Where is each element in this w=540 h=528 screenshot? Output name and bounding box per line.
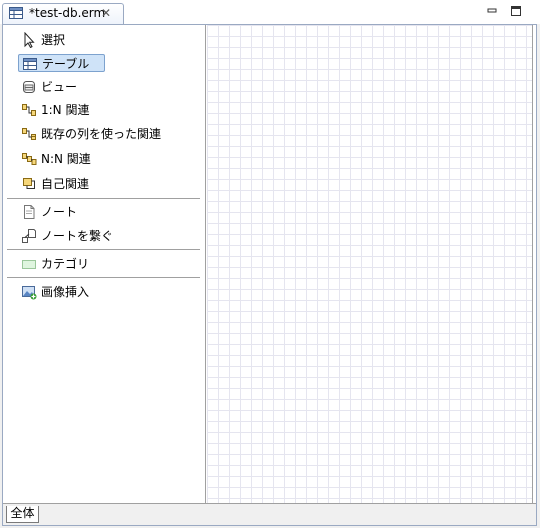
diagram-editor: 選択 テーブル ビュー 1:N 関連 既存の列を使った関連 N:N 関連 自己関… [2,24,537,526]
insert-image-icon [22,286,37,300]
tab-all[interactable]: 全体 [6,506,39,523]
relation-existing-column-icon [22,128,36,140]
editor-tab-title: *test-db.erm [29,6,106,20]
palette-item-table[interactable]: テーブル [18,54,105,72]
editor-window: *test-db.erm ✕ 選択 テーブル ビュー 1:N 関連 既存の列を使… [0,0,540,528]
palette-item-label: ノート [41,205,78,219]
palette-item-relation-nn[interactable]: N:N 関連 [18,150,110,168]
palette-item-view[interactable]: ビュー [18,78,88,96]
palette-item-label: テーブル [42,57,90,71]
note-icon [24,205,35,219]
self-relation-icon [23,178,35,189]
relation-1n-icon [22,104,36,116]
palette-item-label: 1:N 関連 [41,103,90,117]
palette-item-label: ビュー [41,80,78,94]
palette-item-self-relation[interactable]: 自己関連 [18,175,98,193]
palette-item-label: 画像挿入 [41,285,90,299]
table-icon [23,58,37,70]
palette-item-label: N:N 関連 [41,152,91,166]
palette-item-relation-existing-column[interactable]: 既存の列を使った関連 [18,125,168,143]
palette-item-label: 自己関連 [41,177,90,191]
palette-separator [7,198,200,199]
editor-tab[interactable]: *test-db.erm ✕ [2,3,124,24]
diagram-canvas[interactable] [207,25,533,503]
relation-nn-icon [22,153,37,165]
palette-item-select[interactable]: 選択 [18,31,86,49]
palette-separator [7,249,200,250]
palette-item-insert-image[interactable]: 画像挿入 [18,283,98,301]
palette-item-label: 選択 [41,33,66,47]
palette-item-label: カテゴリ [41,257,90,271]
tool-palette: 選択 テーブル ビュー 1:N 関連 既存の列を使った関連 N:N 関連 自己関… [3,25,206,503]
category-icon [22,260,36,269]
bottom-tab-bar: 全体 [3,503,536,525]
view-icon [23,81,35,93]
minimize-icon[interactable] [486,5,498,17]
palette-item-label: ノートを繋ぐ [41,229,114,243]
palette-separator [7,277,200,278]
table-icon [9,7,23,19]
note-connect-icon [22,229,36,243]
palette-item-category[interactable]: カテゴリ [18,255,98,273]
editor-tab-bar: *test-db.erm ✕ [0,0,540,24]
palette-item-note[interactable]: ノート [18,203,88,221]
maximize-icon[interactable] [510,5,522,17]
close-icon[interactable]: ✕ [101,6,111,20]
arrow-pointer-icon [24,32,35,48]
palette-item-relation-1n[interactable]: 1:N 関連 [18,101,108,119]
palette-item-label: 既存の列を使った関連 [41,127,162,141]
palette-item-note-connect[interactable]: ノートを繋ぐ [18,227,118,245]
